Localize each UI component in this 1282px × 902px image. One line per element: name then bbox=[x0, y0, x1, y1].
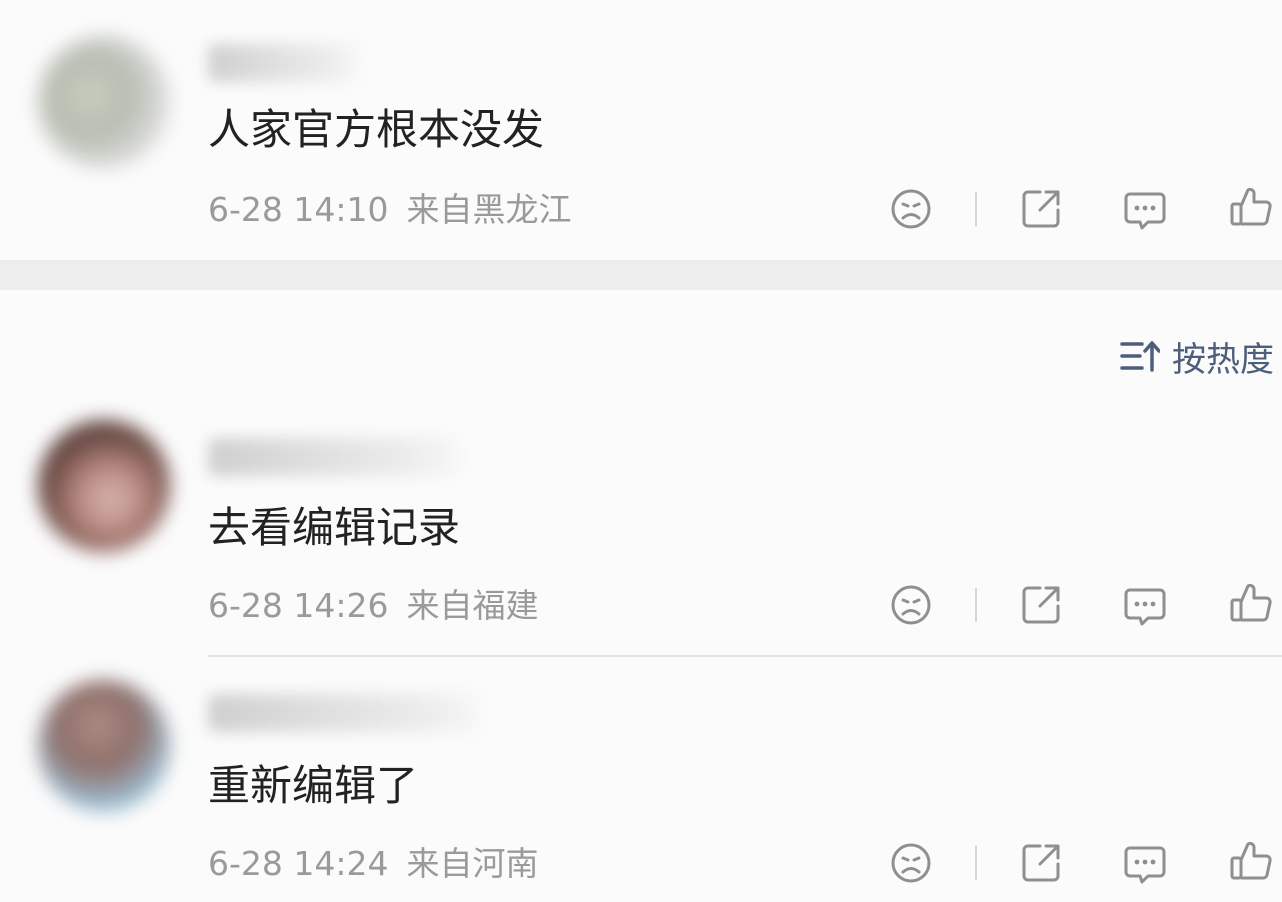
action-separator bbox=[975, 192, 977, 226]
comment-time: 6-28 14:10 bbox=[208, 190, 389, 229]
sort-button[interactable]: 按热度 bbox=[1120, 334, 1274, 380]
like-icon[interactable] bbox=[1228, 580, 1274, 626]
comment-location: 来自河南 bbox=[406, 844, 539, 883]
share-icon[interactable] bbox=[1018, 840, 1064, 886]
action-separator bbox=[975, 588, 977, 622]
comment-icon[interactable] bbox=[1122, 188, 1168, 234]
sad-face-icon[interactable] bbox=[888, 840, 934, 886]
share-icon[interactable] bbox=[1018, 582, 1064, 628]
like-icon[interactable] bbox=[1228, 838, 1274, 884]
sad-face-icon[interactable] bbox=[888, 186, 934, 232]
sort-icon bbox=[1120, 341, 1160, 372]
comment-time: 6-28 14:26 bbox=[208, 586, 389, 625]
comment-icon[interactable] bbox=[1122, 842, 1168, 888]
username-blurred[interactable] bbox=[208, 438, 458, 476]
comment-time: 6-28 14:24 bbox=[208, 844, 389, 883]
comment-meta: 6-28 14:24 来自河南 bbox=[208, 842, 539, 886]
avatar[interactable] bbox=[38, 680, 170, 812]
like-icon[interactable] bbox=[1228, 184, 1274, 230]
avatar[interactable] bbox=[38, 36, 170, 168]
sad-face-icon[interactable] bbox=[888, 582, 934, 628]
share-icon[interactable] bbox=[1018, 186, 1064, 232]
username-blurred[interactable] bbox=[208, 694, 478, 732]
comment-text: 重新编辑了 bbox=[208, 761, 419, 810]
comment-location: 来自黑龙江 bbox=[406, 190, 572, 229]
action-separator bbox=[975, 846, 977, 880]
sort-label: 按热度 bbox=[1172, 339, 1274, 380]
avatar[interactable] bbox=[38, 420, 170, 552]
comment-meta: 6-28 14:26 来自福建 bbox=[208, 584, 539, 628]
comment-icon[interactable] bbox=[1122, 584, 1168, 630]
comment-meta: 6-28 14:10 来自黑龙江 bbox=[208, 188, 572, 232]
username-blurred[interactable] bbox=[208, 44, 358, 82]
section-gap bbox=[0, 260, 1282, 290]
comment-text: 去看编辑记录 bbox=[208, 503, 461, 552]
comment-location: 来自福建 bbox=[406, 586, 539, 625]
comment-text: 人家官方根本没发 bbox=[208, 105, 545, 154]
comment-divider bbox=[208, 655, 1282, 657]
